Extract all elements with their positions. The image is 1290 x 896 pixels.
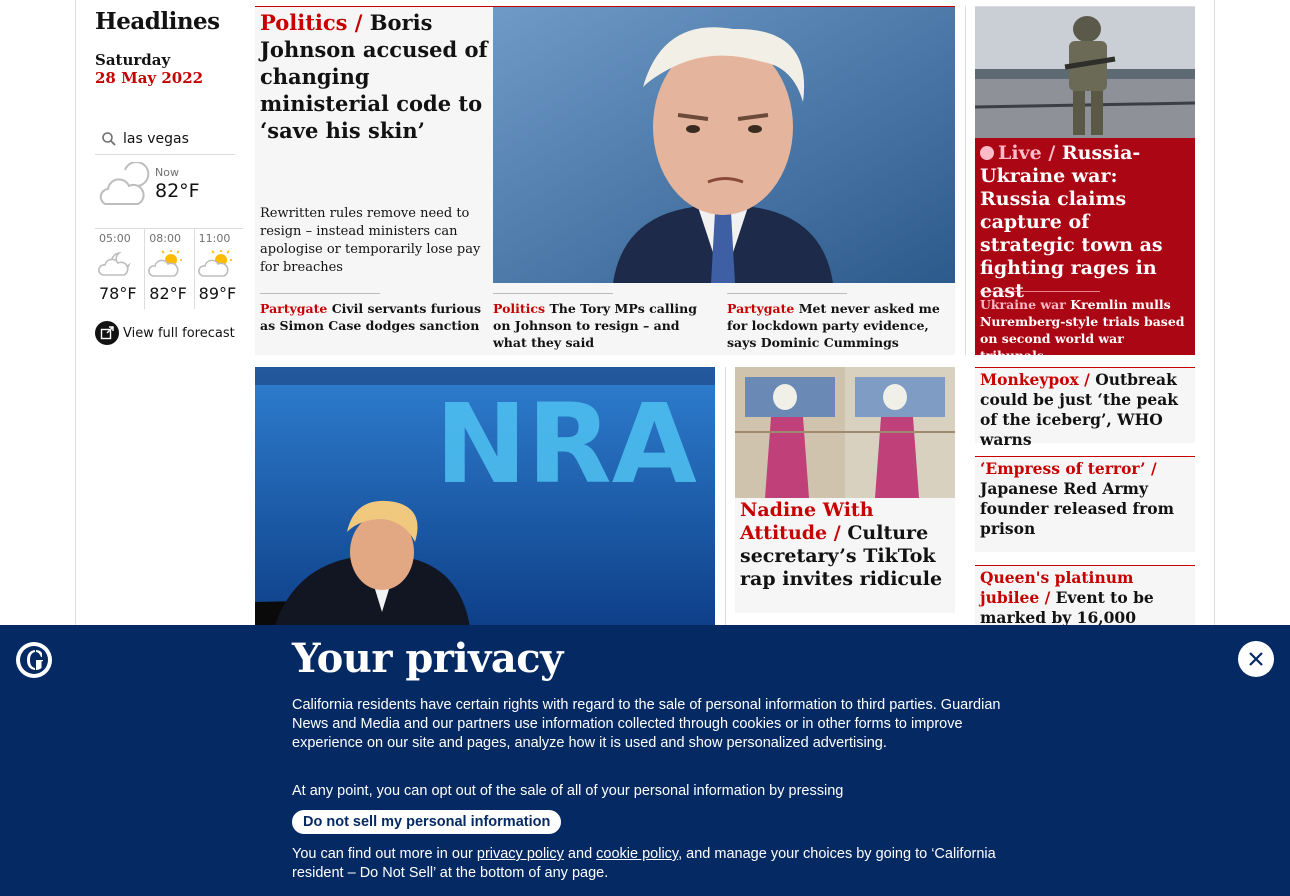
privacy-paragraph-1: California residents have certain rights…	[292, 697, 1001, 751]
close-icon	[1249, 652, 1263, 666]
nadine-story-photo[interactable]	[735, 367, 955, 498]
cloud-moon-icon	[98, 251, 131, 276]
privacy-p3-start: You can find out more in our	[292, 846, 477, 862]
weather-location-search[interactable]: las vegas	[95, 123, 235, 155]
nadine-headline[interactable]: Nadine With Attitude / Culture secretary…	[740, 499, 950, 591]
nra-sign-text: NRA	[435, 380, 697, 508]
soldier-photo	[975, 7, 1195, 138]
sub-story[interactable]: Partygate Civil servants furious as Simo…	[260, 293, 482, 334]
forecast-item: 11:00 89°F	[193, 229, 243, 309]
privacy-policy-link[interactable]: privacy policy	[477, 846, 564, 862]
date-full: 28 May 2022	[95, 69, 204, 87]
cloud-sun-icon	[148, 250, 183, 277]
forecast-item: 08:00 82°F	[144, 229, 193, 309]
nra-story-photo[interactable]: NRA	[255, 367, 715, 627]
cookie-policy-link[interactable]: cookie policy	[596, 846, 678, 862]
side-story-kicker: ‘Empress of terror’ /	[980, 459, 1157, 478]
section-title: Headlines	[95, 8, 220, 35]
sub-story-rule	[493, 293, 613, 294]
side-story-text[interactable]: Japanese Red Army founder released from …	[980, 479, 1174, 538]
forecast-time: 08:00	[149, 232, 181, 245]
side-story[interactable]: Monkeypox / Outbreak could be just ‘the …	[975, 367, 1195, 449]
column-divider	[965, 6, 966, 355]
live-sub-story[interactable]: Ukraine war Kremlin mulls Nuremberg-styl…	[980, 296, 1190, 355]
sub-story-kicker: Partygate	[727, 301, 795, 316]
live-headline[interactable]: Live / Russia-Ukraine war: Russia claims…	[980, 142, 1190, 303]
date-day: Saturday	[95, 51, 171, 69]
external-link-icon	[95, 321, 119, 345]
lead-kicker: Politics /	[260, 10, 370, 35]
cloud-sun-icon	[99, 162, 150, 205]
forecast-temp: 82°F	[149, 284, 187, 303]
nadine-story-card[interactable]: Nadine With Attitude / Culture secretary…	[735, 367, 955, 613]
live-sub-kicker: Ukraine war	[980, 297, 1066, 312]
sub-story-rule	[980, 291, 1100, 292]
now-temperature: 82°F	[155, 180, 200, 202]
weather-now: Now 82°F	[95, 158, 240, 218]
sub-story-kicker: Partygate	[260, 301, 328, 316]
trump-nra-photo: NRA	[255, 367, 715, 627]
sub-story[interactable]: Politics The Tory MPs calling on Johnson…	[493, 293, 715, 351]
view-full-forecast-link[interactable]: View full forecast	[95, 321, 235, 345]
sub-story-rule	[727, 293, 847, 294]
now-label: Now	[155, 166, 179, 179]
forecast-temp: 89°F	[198, 284, 237, 303]
lead-story-photo[interactable]	[493, 7, 955, 283]
live-story-photo[interactable]	[975, 7, 1195, 138]
do-not-sell-button[interactable]: Do not sell my personal information	[292, 810, 562, 834]
guardian-logo-icon	[16, 642, 52, 678]
close-button[interactable]	[1238, 641, 1274, 677]
lead-story-card[interactable]: Politics / Boris Johnson accused of chan…	[255, 6, 955, 355]
hourly-forecast: 05:00 78°F 08:00 82°F 11:00 89°F	[95, 228, 243, 309]
forecast-item: 05:00 78°F	[95, 229, 144, 309]
nadine-dorries-photo	[735, 367, 955, 498]
sub-story[interactable]: Partygate Met never asked me for lockdow…	[727, 293, 949, 351]
lead-headline[interactable]: Politics / Boris Johnson accused of chan…	[260, 9, 488, 144]
sub-story-kicker: Politics	[493, 301, 546, 316]
side-story[interactable]: ‘Empress of terror’ / Japanese Red Army …	[975, 456, 1195, 552]
privacy-paragraph-3: You can find out more in our privacy pol…	[292, 845, 1002, 883]
live-dot-icon	[980, 146, 994, 160]
live-kicker: Live /	[998, 142, 1062, 164]
location-text[interactable]: las vegas	[123, 131, 189, 147]
live-headline-text[interactable]: Russia-Ukraine war: Russia claims captur…	[980, 142, 1163, 302]
forecast-time: 05:00	[99, 232, 131, 245]
privacy-paragraph-2: At any point, you can opt out of the sal…	[292, 783, 844, 799]
privacy-and: and	[563, 846, 597, 862]
headlines-sidebar: Headlines Saturday 28 May 2022 las vegas…	[95, 8, 243, 345]
forecast-time: 11:00	[198, 232, 231, 245]
forecast-temp: 78°F	[99, 284, 137, 303]
column-divider	[725, 367, 726, 627]
view-forecast-label[interactable]: View full forecast	[123, 326, 235, 341]
boris-johnson-photo	[493, 7, 955, 283]
cloud-sun-icon	[197, 250, 232, 277]
side-story-kicker: Monkeypox /	[980, 370, 1096, 389]
privacy-banner: Your privacy California residents have c…	[0, 625, 1290, 896]
search-icon	[102, 131, 116, 146]
privacy-title: Your privacy	[292, 635, 563, 682]
live-story-card[interactable]: Live / Russia-Ukraine war: Russia claims…	[975, 6, 1195, 355]
lead-standfirst: Rewritten rules remove need to resign – …	[260, 206, 481, 275]
sub-story-rule	[260, 293, 380, 294]
